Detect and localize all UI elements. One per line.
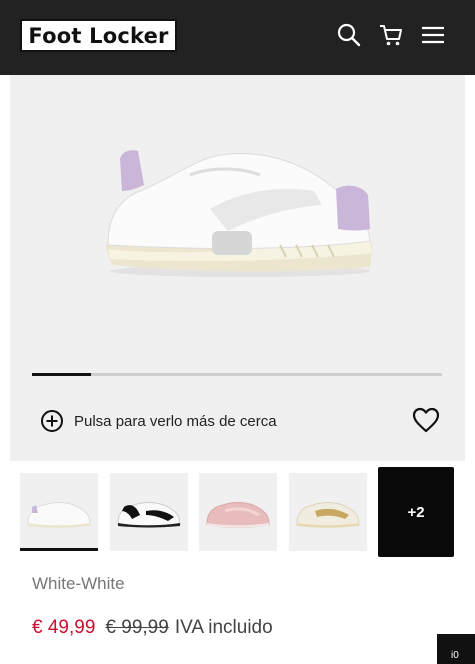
original-price: € 99,99 xyxy=(105,617,169,638)
search-icon[interactable] xyxy=(336,22,362,48)
image-progress-fill xyxy=(32,373,92,376)
logo-text: Foot Locker xyxy=(28,23,169,48)
thumbnail-strip: +2 xyxy=(20,467,460,557)
foot-locker-logo[interactable]: Foot Locker xyxy=(20,19,177,52)
cart-icon[interactable] xyxy=(378,22,404,48)
sale-price: € 49,99 xyxy=(32,617,96,638)
heart-icon[interactable] xyxy=(412,407,440,433)
zoom-hint[interactable]: Pulsa para verlo más de cerca xyxy=(40,409,277,433)
corner-badge[interactable]: i0 xyxy=(437,634,475,664)
zoom-label: Pulsa para verlo más de cerca xyxy=(74,412,277,430)
product-image xyxy=(106,150,373,277)
more-thumbnails-button[interactable]: +2 xyxy=(378,467,454,557)
thumbnail-white-lilac[interactable] xyxy=(20,473,98,551)
menu-icon[interactable] xyxy=(420,22,446,48)
image-progress-bar xyxy=(32,373,442,376)
thumbnail-white-black[interactable] xyxy=(110,473,188,551)
product-image-gallery[interactable]: Pulsa para verlo más de cerca xyxy=(10,75,465,461)
plus-circle-icon xyxy=(41,410,63,432)
tax-note: IVA incluido xyxy=(174,617,273,638)
thumbnail-pink[interactable] xyxy=(199,473,277,551)
site-header: Foot Locker xyxy=(0,0,475,75)
product-colorway: White-White xyxy=(32,574,125,593)
more-thumbnails-label: +2 xyxy=(407,503,425,521)
thumbnail-beige-gold[interactable] xyxy=(289,473,367,551)
price-row: € 49,99 € 99,99 IVA incluido xyxy=(32,617,273,639)
